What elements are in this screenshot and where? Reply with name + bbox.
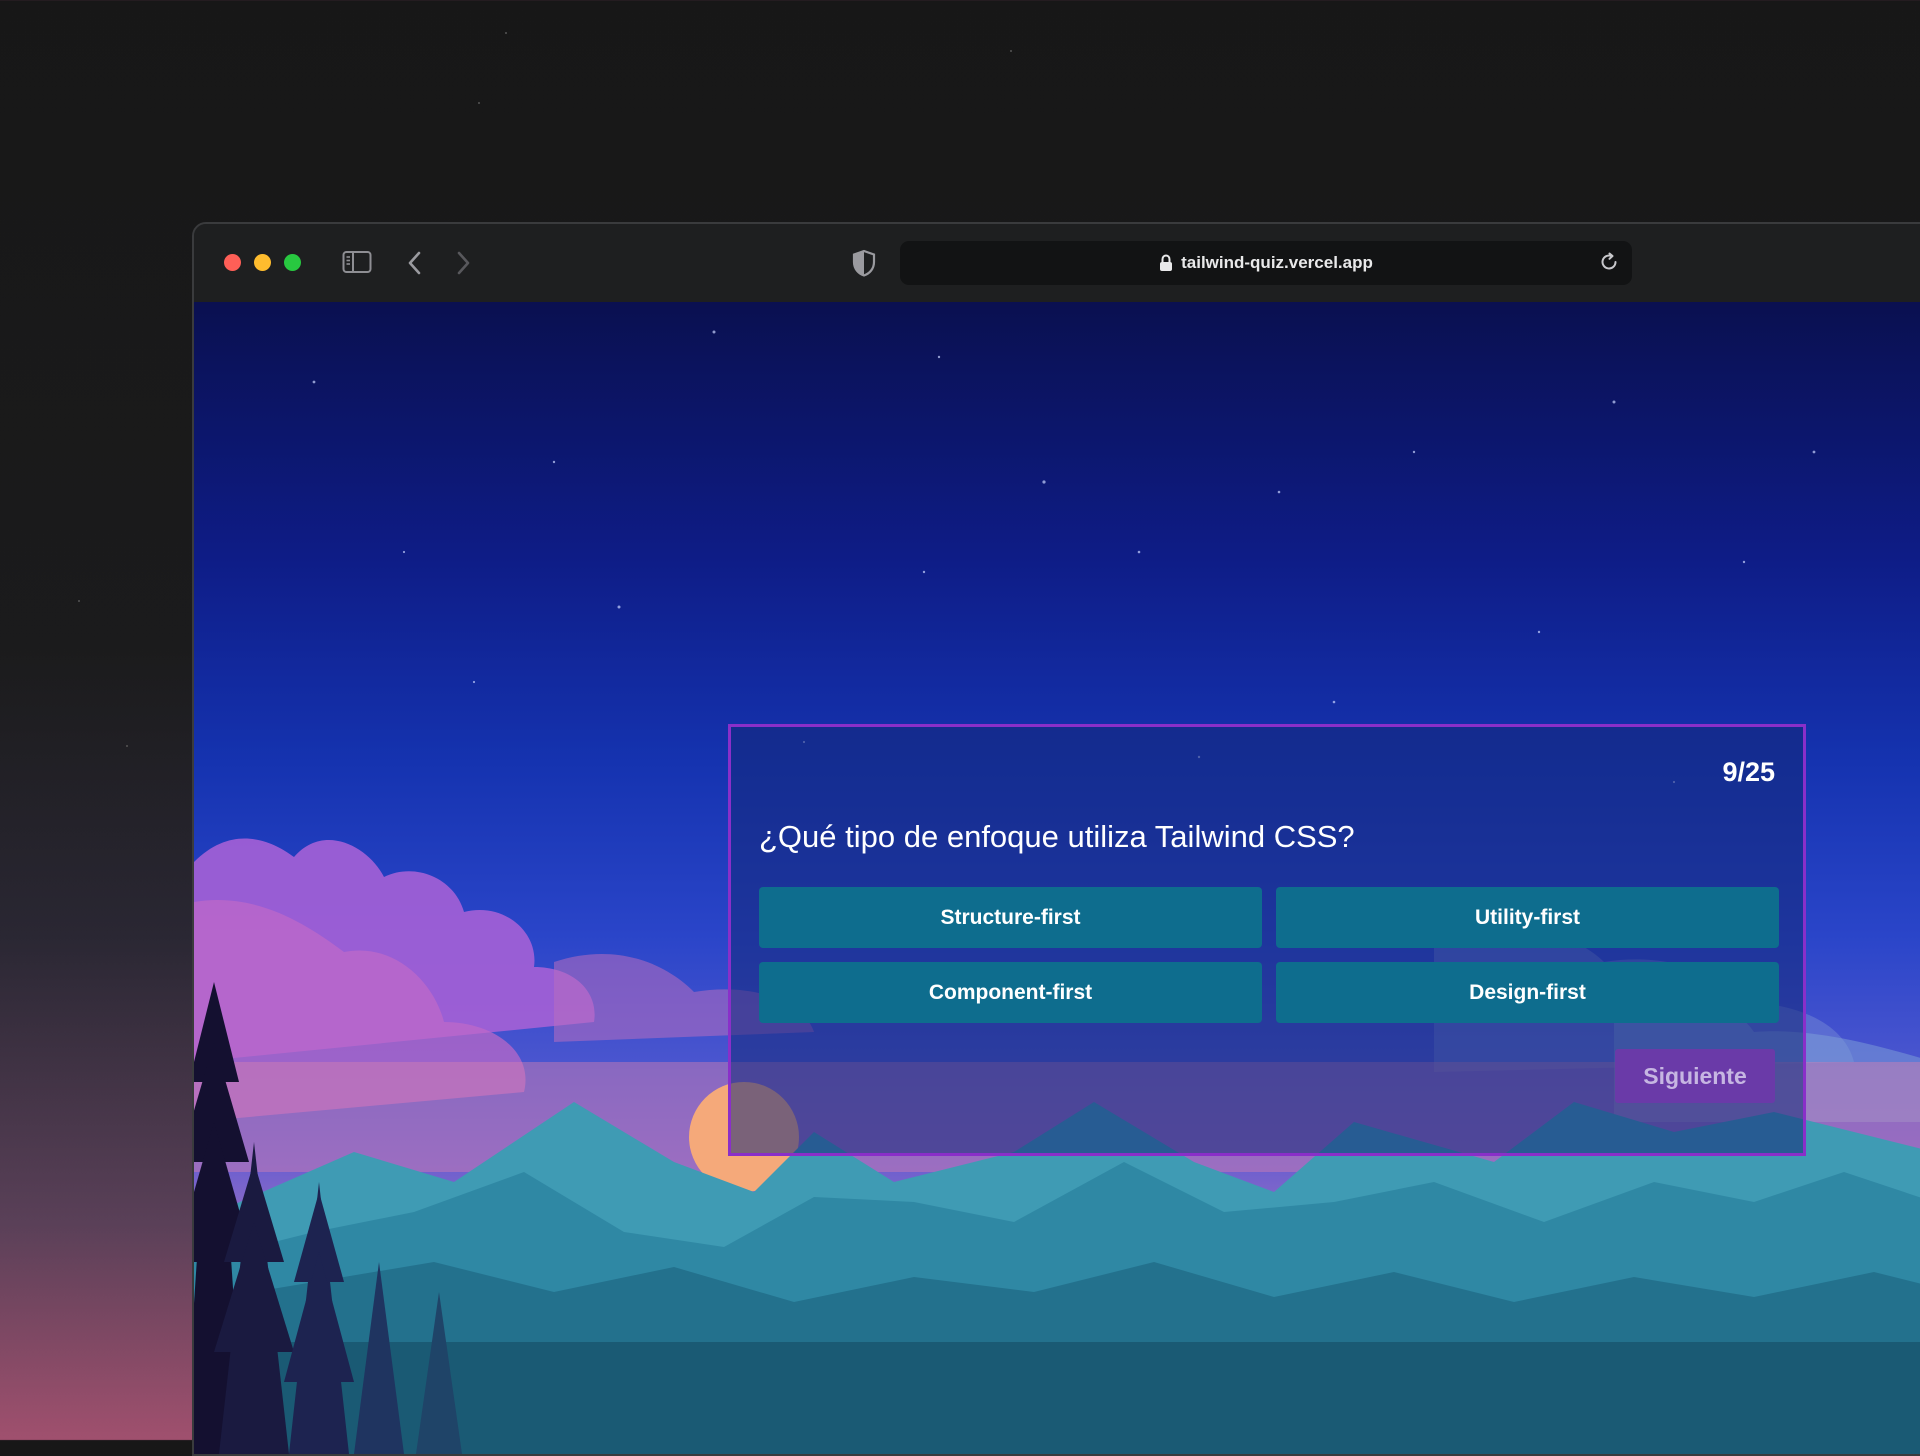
close-window-button[interactable] [224, 254, 241, 271]
answer-component-first[interactable]: Component-first [759, 962, 1262, 1023]
answer-design-first[interactable]: Design-first [1276, 962, 1779, 1023]
url-text: tailwind-quiz.vercel.app [1181, 253, 1373, 272]
desktop-star [126, 745, 128, 747]
sidebar-icon[interactable] [342, 250, 372, 274]
question-counter: 9/25 [1722, 757, 1775, 787]
desktop-star [1010, 50, 1012, 52]
desktop-star [478, 102, 480, 104]
quiz-card: 9/25 ¿Qué tipo de enfoque utiliza Tailwi… [728, 724, 1806, 1156]
desktop-star [78, 600, 80, 602]
answer-options: Structure-first Utility-first Component-… [759, 887, 1779, 1023]
address-bar[interactable]: tailwind-quiz.vercel.app [900, 241, 1632, 285]
next-button[interactable]: Siguiente [1615, 1049, 1775, 1103]
browser-toolbar: tailwind-quiz.vercel.app [194, 224, 1920, 302]
reload-icon[interactable] [1598, 251, 1620, 273]
shield-icon[interactable] [850, 248, 878, 278]
back-icon[interactable] [402, 248, 428, 278]
forward-icon[interactable] [450, 248, 476, 278]
lock-icon [1159, 254, 1173, 272]
answer-utility-first[interactable]: Utility-first [1276, 887, 1779, 948]
question-text: ¿Qué tipo de enfoque utiliza Tailwind CS… [759, 819, 1355, 854]
answer-structure-first[interactable]: Structure-first [759, 887, 1262, 948]
minimize-window-button[interactable] [254, 254, 271, 271]
browser-window: tailwind-quiz.vercel.app 9/25 ¿Qué tipo … [192, 222, 1920, 1456]
page-viewport: 9/25 ¿Qué tipo de enfoque utiliza Tailwi… [194, 302, 1920, 1454]
maximize-window-button[interactable] [284, 254, 301, 271]
desktop-star [505, 32, 507, 34]
